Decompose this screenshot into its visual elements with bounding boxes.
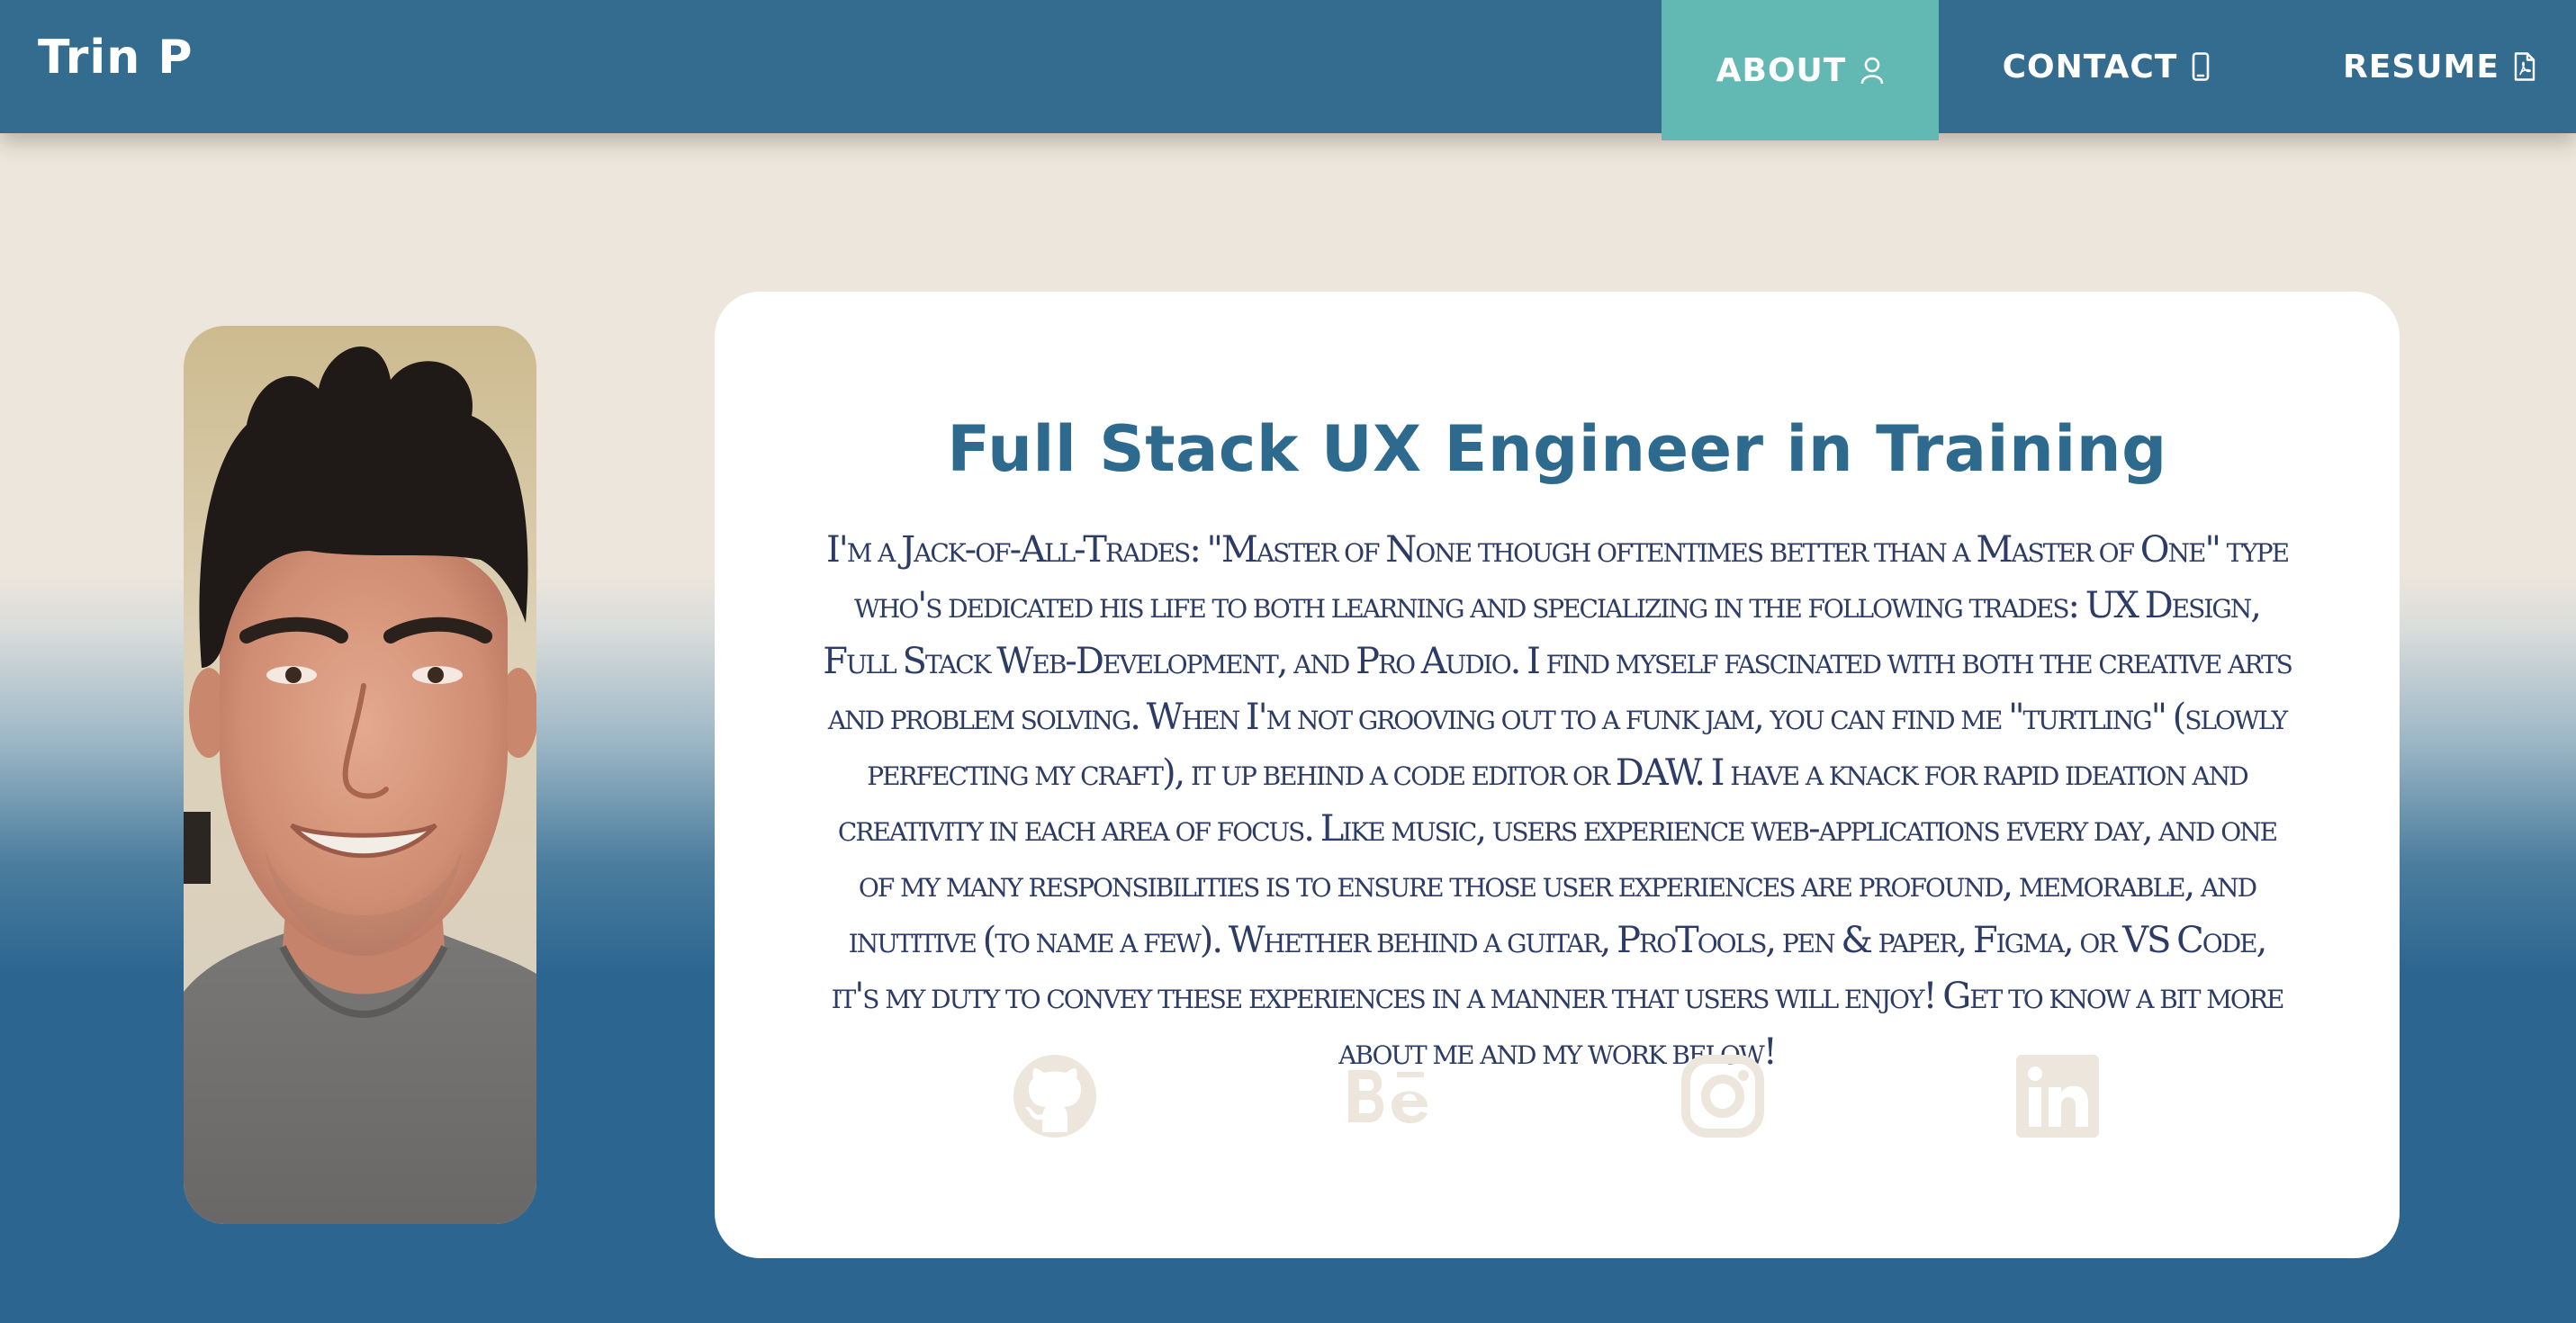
nav-contact[interactable]: CONTACT xyxy=(1989,0,2223,133)
phone-icon xyxy=(2192,52,2210,81)
social-links xyxy=(715,1053,2400,1139)
nav-about[interactable]: ABOUT xyxy=(1662,0,1939,140)
card-title: Full Stack UX Engineer in Training xyxy=(947,412,2167,486)
profile-photo xyxy=(184,326,536,1224)
top-navbar: Trin P ABOUT CONTACT RESUME xyxy=(0,0,2576,140)
nav-resume-label: RESUME xyxy=(2343,48,2499,86)
behance-icon[interactable] xyxy=(1345,1053,1431,1139)
linkedin-icon[interactable] xyxy=(2014,1053,2101,1139)
brand-logo[interactable]: Trin P xyxy=(38,31,193,85)
nav-about-label: ABOUT xyxy=(1716,51,1847,89)
pdf-file-icon xyxy=(2514,52,2535,81)
about-card: Full Stack UX Engineer in Training I'm a… xyxy=(715,292,2400,1258)
user-icon xyxy=(1860,57,1884,84)
bio-paragraph: I'm a Jack-of-All-Trades: "Master of Non… xyxy=(823,529,2293,1073)
nav-resume[interactable]: RESUME xyxy=(2331,0,2547,133)
nav-contact-label: CONTACT xyxy=(2002,48,2178,86)
profile-portrait-illustration xyxy=(184,326,536,1224)
instagram-icon[interactable] xyxy=(1680,1053,1766,1139)
github-icon[interactable] xyxy=(1012,1053,1098,1139)
